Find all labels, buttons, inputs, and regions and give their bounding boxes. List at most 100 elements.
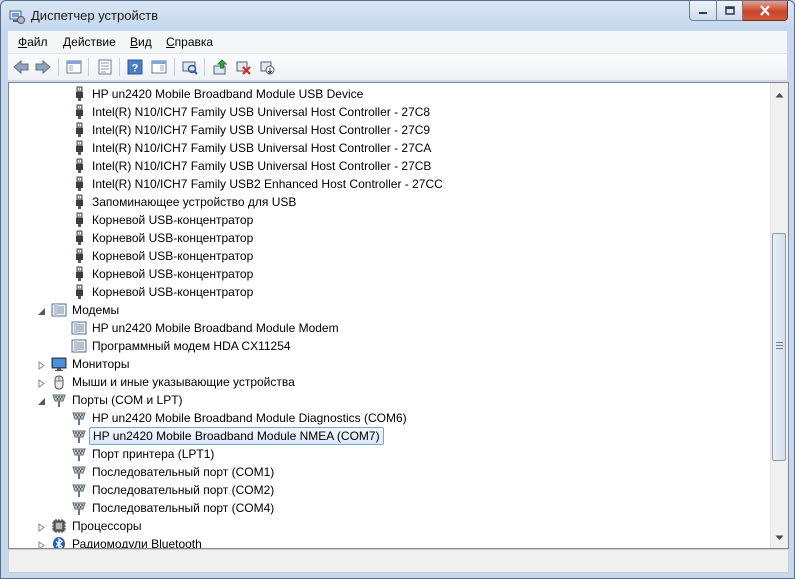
- title-bar[interactable]: Диспетчер устройств: [1, 1, 794, 31]
- tree-item-label: HP un2420 Mobile Broadband Module NMEA (…: [89, 427, 384, 445]
- help-button[interactable]: ?: [125, 57, 145, 77]
- uninstall-button[interactable]: [233, 57, 253, 77]
- maximize-button[interactable]: [717, 1, 743, 21]
- tree-item[interactable]: HP un2420 Mobile Broadband Module Modem: [9, 319, 769, 337]
- tree-category[interactable]: Модемы: [9, 301, 769, 319]
- tree-item-label: Порты (COM и LPT): [72, 393, 183, 407]
- usb-icon: [71, 158, 87, 174]
- tree-item-label: Модемы: [72, 303, 120, 317]
- tree-item[interactable]: Корневой USB-концентратор: [9, 283, 769, 301]
- tree-item-label: Радиомодули Bluetooth: [72, 537, 202, 548]
- tree-item[interactable]: Корневой USB-концентратор: [9, 211, 769, 229]
- tree-item-label: Intel(R) N10/ICH7 Family USB Universal H…: [92, 141, 432, 155]
- disable-device-button[interactable]: [257, 57, 277, 77]
- tree-item[interactable]: Последовательный порт (COM2): [9, 481, 769, 499]
- modem-icon: [51, 302, 67, 318]
- tree-item-label: Процессоры: [72, 519, 142, 533]
- usb-icon: [71, 140, 87, 156]
- scroll-thumb[interactable]: [772, 233, 786, 461]
- modem-icon: [71, 320, 87, 336]
- properties-button[interactable]: [95, 57, 115, 77]
- tree-item-label: Корневой USB-концентратор: [92, 267, 254, 281]
- tree-item-label: Мыши и иные указывающие устройства: [72, 375, 295, 389]
- tree-item-label: Корневой USB-концентратор: [92, 285, 254, 299]
- tree-item[interactable]: Корневой USB-концентратор: [9, 265, 769, 283]
- chevron-up-icon: [775, 92, 784, 97]
- tree-item[interactable]: Порт принтера (LPT1): [9, 445, 769, 463]
- usb-icon: [71, 266, 87, 282]
- show-hide-console-tree-button[interactable]: [64, 57, 84, 77]
- svg-text:?: ?: [132, 63, 139, 75]
- tree-item-label: Корневой USB-концентратор: [92, 249, 254, 263]
- tree-item[interactable]: Последовательный порт (COM1): [9, 463, 769, 481]
- menu-file[interactable]: Файл: [18, 35, 48, 49]
- tree-item-label: Последовательный порт (COM1): [92, 465, 275, 479]
- menu-help[interactable]: Справка: [166, 35, 213, 49]
- scroll-up-button[interactable]: [772, 87, 787, 102]
- menu-bar: Файл Действие Вид Справка: [8, 31, 787, 54]
- menu-action[interactable]: Действие: [63, 35, 116, 49]
- status-bar: [8, 549, 789, 573]
- tree-item-label: Корневой USB-концентратор: [92, 213, 254, 227]
- usb-icon: [71, 194, 87, 210]
- port-icon: [71, 464, 87, 480]
- usb-icon: [71, 230, 87, 246]
- tree-item[interactable]: Последовательный порт (COM4): [9, 499, 769, 517]
- scan-hardware-button[interactable]: [180, 57, 200, 77]
- tree-category[interactable]: Порты (COM и LPT): [9, 391, 769, 409]
- collapsed-triangle-icon[interactable]: [37, 359, 46, 370]
- tree-item-label: Порт принтера (LPT1): [92, 447, 215, 461]
- maximize-icon: [724, 6, 735, 15]
- tree-item-label: Intel(R) N10/ICH7 Family USB Universal H…: [92, 159, 432, 173]
- tree-item[interactable]: Intel(R) N10/ICH7 Family USB Universal H…: [9, 103, 769, 121]
- expanded-triangle-icon[interactable]: [37, 305, 46, 315]
- tree-item[interactable]: Intel(R) N10/ICH7 Family USB2 Enhanced H…: [9, 175, 769, 193]
- action-pane-icon: [151, 60, 167, 74]
- tree-category[interactable]: Процессоры: [9, 517, 769, 535]
- tree-item[interactable]: HP un2420 Mobile Broadband Module NMEA (…: [9, 427, 769, 445]
- collapsed-triangle-icon[interactable]: [37, 377, 46, 388]
- back-button[interactable]: [11, 57, 31, 77]
- disable-device-icon: [260, 61, 275, 75]
- expanded-triangle-icon[interactable]: [37, 395, 46, 405]
- tree-item[interactable]: HP un2420 Mobile Broadband Module Diagno…: [9, 409, 769, 427]
- port-icon: [71, 482, 87, 498]
- usb-icon: [71, 212, 87, 228]
- tree-item[interactable]: Корневой USB-концентратор: [9, 247, 769, 265]
- tree-category[interactable]: Радиомодули Bluetooth: [9, 535, 769, 548]
- minimize-button[interactable]: [689, 1, 717, 21]
- tree-category[interactable]: Мониторы: [9, 355, 769, 373]
- tree-item[interactable]: Корневой USB-концентратор: [9, 229, 769, 247]
- bluetooth-icon: [51, 536, 67, 548]
- minimize-icon: [699, 11, 707, 14]
- tree-item[interactable]: Программный модем HDA CX11254: [9, 337, 769, 355]
- action-pane-button[interactable]: [149, 57, 169, 77]
- tree-item[interactable]: HP un2420 Mobile Broadband Module USB De…: [9, 85, 769, 103]
- properties-icon: [98, 59, 112, 75]
- tree-item[interactable]: Intel(R) N10/ICH7 Family USB Universal H…: [9, 139, 769, 157]
- vertical-scrollbar[interactable]: [770, 83, 788, 548]
- update-driver-button[interactable]: [210, 57, 230, 77]
- tree-item-label: Intel(R) N10/ICH7 Family USB Universal H…: [92, 105, 431, 119]
- forward-icon: [35, 59, 51, 75]
- tree-item[interactable]: Запоминающее устройство для USB: [9, 193, 769, 211]
- tree-item[interactable]: Intel(R) N10/ICH7 Family USB Universal H…: [9, 157, 769, 175]
- collapsed-triangle-icon[interactable]: [37, 521, 46, 532]
- tree-item-label: Intel(R) N10/ICH7 Family USB Universal H…: [92, 123, 431, 137]
- scroll-down-button[interactable]: [772, 530, 787, 545]
- tree-item-label: HP un2420 Mobile Broadband Module USB De…: [92, 87, 364, 101]
- show-hide-console-tree-icon: [66, 60, 82, 74]
- forward-button[interactable]: [33, 57, 53, 77]
- device-manager-icon: [9, 8, 25, 24]
- tree-item-label: HP un2420 Mobile Broadband Module Modem: [92, 321, 339, 335]
- menu-view[interactable]: Вид: [130, 35, 152, 49]
- device-tree[interactable]: HP un2420 Mobile Broadband Module USB De…: [9, 83, 771, 548]
- monitor-icon: [51, 356, 67, 372]
- close-button[interactable]: [743, 1, 788, 21]
- collapsed-triangle-icon[interactable]: [37, 539, 46, 548]
- tree-item-label: Intel(R) N10/ICH7 Family USB2 Enhanced H…: [92, 177, 443, 191]
- tree-category[interactable]: Мыши и иные указывающие устройства: [9, 373, 769, 391]
- usb-icon: [71, 104, 87, 120]
- tree-item[interactable]: Intel(R) N10/ICH7 Family USB Universal H…: [9, 121, 769, 139]
- usb-icon: [71, 176, 87, 192]
